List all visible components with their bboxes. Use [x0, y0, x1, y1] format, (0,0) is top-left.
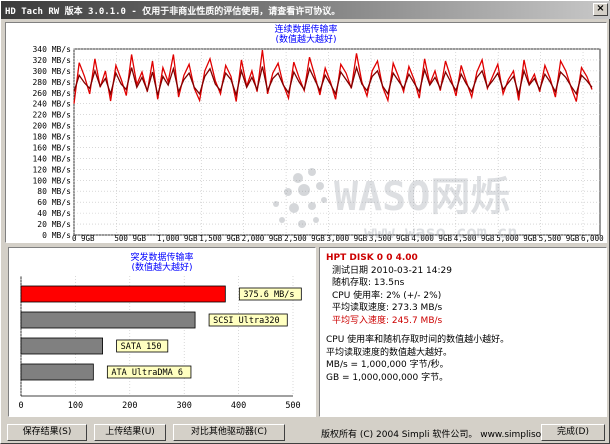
x-tick-label: 5,500 9GB: [539, 234, 580, 242]
y-tick-label: 40 MB/s: [37, 209, 71, 218]
stat-avg-read: 平均读取速度: 273.3 MB/s: [332, 303, 443, 313]
hd-tach-window: HD Tach RW 版本 3.0.1.0 - 仅用于非商业性质的评估使用，请查…: [0, 0, 610, 444]
y-tick-label: 20 MB/s: [37, 220, 71, 229]
x-tick-label: 6,000 9GB: [581, 234, 606, 242]
y-tick-label: 260 MB/s: [32, 89, 71, 98]
bar: [20, 363, 94, 381]
y-tick-label: 80 MB/s: [37, 187, 71, 196]
y-tick-label: 60 MB/s: [37, 198, 71, 207]
burst-chart-plot: 0 100 200 300 400 500 375.6 MB/s SCSI Ultra320 S…: [18, 276, 302, 411]
y-tick-label: 100 MB/s: [32, 176, 71, 185]
x-tick-label: 500 9GB: [114, 234, 146, 242]
stat-test-date: 测试日期 2010-03-21 14:29: [332, 265, 452, 276]
y-tick-label: 0 MB/s: [42, 231, 71, 240]
x-tick-label: 100: [68, 401, 83, 411]
x-tick-label: 0: [18, 401, 23, 411]
x-tick-label: 3,000 9GB: [327, 234, 368, 242]
drive-name: HPT DISK 0 0 4.00: [326, 253, 418, 263]
bar: [20, 337, 103, 355]
compare-drives-button[interactable]: 对比其他驱动器(C): [173, 424, 285, 441]
y-tick-label: 160 MB/s: [32, 143, 71, 152]
note-mbs: MB/s = 1,000,000 字节/秒。: [326, 360, 449, 370]
x-tick-label: 500: [285, 401, 300, 411]
x-tick-label: 2,500 9GB: [284, 234, 325, 242]
sequential-transfer-chart: 连续数据传输率 (数值越大越好) 0 MB/s 20 MB/s 40 MB/s 60 …: [5, 22, 607, 243]
y-tick-label: 300 MB/s: [32, 67, 71, 76]
x-tick-label: 300: [177, 401, 192, 411]
done-button[interactable]: 完成(D): [541, 424, 605, 441]
note-gb: GB = 1,000,000,000 字节。: [326, 372, 449, 383]
x-tick-label: 2,000 9GB: [242, 234, 283, 242]
stat-cpu-usage: CPU 使用率: 2% (+/- 2%): [332, 290, 442, 301]
window-title: HD Tach RW 版本 3.0.1.0 - 仅用于非商业性质的评估使用，请查…: [5, 6, 341, 17]
x-tick-label: 1,000 9GB: [157, 234, 198, 242]
x-tick-label: 3,500 9GB: [369, 234, 410, 242]
y-tick-label: 200 MB/s: [32, 122, 71, 131]
stat-random-access: 随机存取: 13.5ns: [332, 278, 405, 288]
x-tick-label: 400: [231, 401, 246, 411]
bar-label: SCSI Ultra320: [213, 316, 280, 326]
close-button[interactable]: ×: [593, 3, 608, 16]
note-read: 平均读取速度的数值越大越好。: [326, 347, 453, 358]
stat-avg-write: 平均写入速度: 245.7 MB/s: [332, 315, 443, 326]
x-tick-label: 5,000 9GB: [496, 234, 537, 242]
x-tick-label: 0 9GB: [72, 234, 95, 242]
plot-area: [73, 48, 601, 236]
title-bar[interactable]: HD Tach RW 版本 3.0.1.0 - 仅用于非商业性质的评估使用，请查…: [1, 1, 610, 19]
y-tick-label: 180 MB/s: [32, 133, 71, 142]
save-results-button[interactable]: 保存结果(S): [7, 424, 87, 441]
y-tick-label: 120 MB/s: [32, 165, 71, 174]
y-tick-label: 140 MB/s: [32, 154, 71, 163]
y-tick-label: 340 MB/s: [32, 45, 71, 54]
x-tick-label: 4,000 9GB: [411, 234, 452, 242]
stats-list: 测试日期 2010-03-21 14:29 随机存取: 13.5ns CPU 使…: [326, 265, 600, 328]
burst-transfer-chart: 突发数据传输率 (数值越大越好) 0 100 200 300 400 500 375.6 M…: [8, 247, 316, 417]
drive-info-panel: HPT DISK 0 0 4.00 测试日期 2010-03-21 14:29 …: [319, 247, 607, 417]
bar: [20, 311, 196, 329]
y-tick-label: 240 MB/s: [32, 100, 71, 109]
x-tick-label: 200: [122, 401, 137, 411]
y-tick-label: 220 MB/s: [32, 111, 71, 120]
x-tick-label: 1,500 9GB: [199, 234, 240, 242]
sequential-chart-plot: 0 MB/s 20 MB/s 40 MB/s 60 MB/s 80 MB/s 100 MB…: [32, 45, 606, 242]
x-tick-label: 4,500 9GB: [454, 234, 495, 242]
upload-results-button[interactable]: 上传结果(U): [94, 424, 166, 441]
y-tick-label: 320 MB/s: [32, 56, 71, 65]
bar-label: ATA UltraDMA 6: [111, 368, 183, 378]
bar: [20, 285, 226, 303]
bar-label: SATA 150: [121, 342, 162, 352]
bar-label: 375.6 MB/s: [243, 290, 294, 300]
y-tick-label: 280 MB/s: [32, 78, 71, 87]
note-cpu: CPU 使用率和随机存取时间的数值越小越好。: [326, 335, 510, 345]
